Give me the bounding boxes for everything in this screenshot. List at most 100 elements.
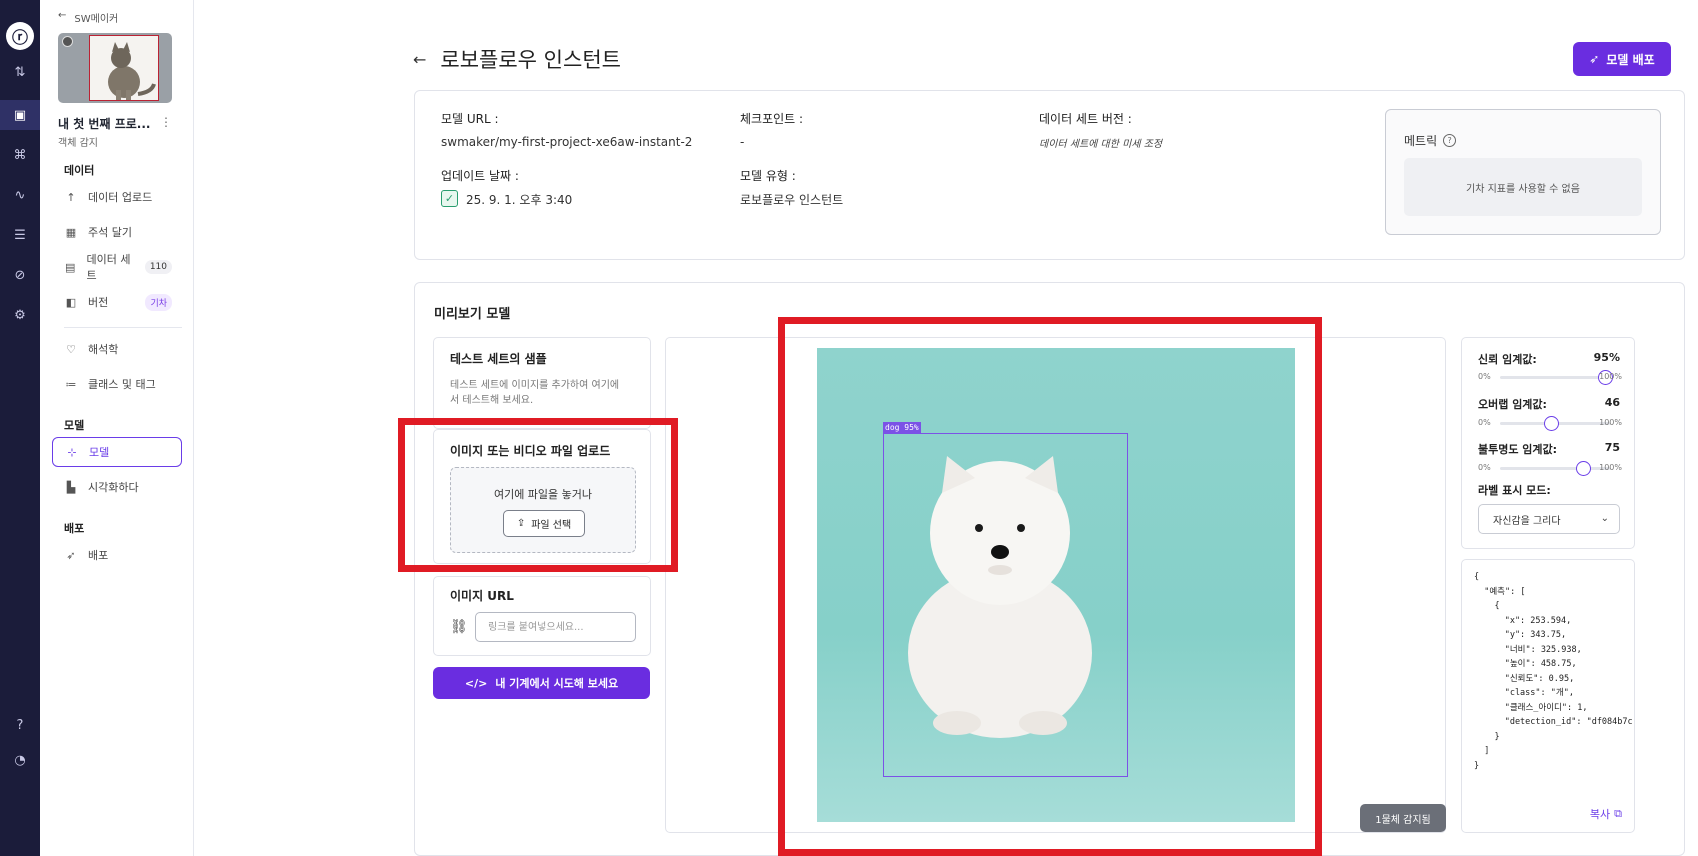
overlap-slider[interactable] — [1500, 416, 1610, 431]
back-arrow-icon[interactable]: ← — [413, 50, 426, 69]
confidence-label: 신뢰 임계값: — [1478, 353, 1537, 366]
updated-value: 25. 9. 1. 오후 3:40 — [466, 193, 573, 207]
dataset-version-label: 데이터 세트 버전 : — [1039, 112, 1132, 126]
more-options-icon[interactable]: ⋮ — [160, 115, 172, 129]
sidebar-item-deployments[interactable]: ➶ 배포 — [52, 540, 182, 570]
dataset-version-value: 데이터 세트에 대한 미세 조정 — [1039, 139, 1163, 150]
model-url-label: 모델 URL : — [441, 112, 499, 126]
overlap-label: 오버랩 임계값: — [1478, 398, 1547, 411]
compass-icon[interactable]: ⊘ — [0, 260, 40, 290]
image-url-panel: 이미지 URL ⛓ — [433, 576, 651, 656]
json-output: { "예측": [ { "x": 253.594, "y": 343.75, "… — [1474, 572, 1634, 771]
check-icon: ✓ — [441, 190, 458, 207]
train-badge: 기차 — [145, 293, 172, 311]
test-samples-panel: 테스트 세트의 샘플 테스트 세트에 이미지를 추가하여 여기에서 테스트해 보… — [433, 337, 651, 429]
help-icon[interactable]: ? — [0, 710, 40, 740]
section-data: 데이터 — [64, 164, 95, 177]
project-icon[interactable]: ▣ — [0, 100, 40, 130]
deploy-model-button[interactable]: ➶ 모델 배포 — [1573, 42, 1671, 76]
analytics-icon[interactable]: ∿ — [0, 180, 40, 210]
network-icon: ⊹ — [67, 445, 77, 459]
settings-icon[interactable]: ⚙ — [0, 300, 40, 330]
sidebar-divider — [64, 327, 182, 328]
sidebar-item-models[interactable]: ⊹ 모델 — [52, 437, 182, 467]
database-icon[interactable]: ☰ — [0, 220, 40, 250]
sidebar-item-version[interactable]: ◧ 버전 기차 — [52, 287, 182, 317]
version-icon: ◧ — [65, 295, 77, 309]
icon-rail: ⓡ ⇅ ▣ ⌘ ∿ ☰ ⊘ ⚙ ? ◔ — [0, 0, 40, 856]
opacity-slider[interactable] — [1500, 461, 1610, 476]
sidebar-item-visualize[interactable]: ▙ 시각화하다 — [52, 472, 182, 502]
threshold-controls: 신뢰 임계값: 95% 0% 100% 오버랩 임계값: 46 0% 100% … — [1461, 337, 1635, 549]
highlight-canvas — [778, 317, 1322, 856]
confidence-slider[interactable] — [1500, 370, 1613, 385]
project-name: 내 첫 번째 프로... — [58, 117, 151, 131]
image-url-input[interactable] — [475, 612, 636, 642]
overlap-min: 0% — [1478, 418, 1491, 427]
model-url-value[interactable]: swmaker/my-first-project-xe6aw-instant-2 — [441, 135, 692, 149]
annotate-icon: ▦ — [65, 225, 77, 239]
model-type-label: 모델 유형 : — [740, 169, 796, 183]
updated-label: 업데이트 날짜 : — [441, 169, 519, 183]
chart-icon: ▙ — [66, 480, 76, 494]
model-type-value: 로보플로우 인스턴트 — [740, 193, 844, 207]
list-icon: ≔ — [65, 377, 77, 391]
opacity-value: 75 — [1604, 441, 1620, 454]
json-output-panel: { "예측": [ { "x": 253.594, "y": 343.75, "… — [1461, 559, 1635, 833]
section-model: 모델 — [64, 419, 85, 432]
workspace-name: SW메이커 — [74, 14, 119, 25]
image-icon: ▤ — [65, 260, 76, 274]
slider-knob[interactable] — [1575, 461, 1591, 476]
sidebar-item-upload[interactable]: ↑ 데이터 업로드 — [52, 182, 182, 212]
copy-button[interactable]: 복사 ⧉ — [1590, 806, 1622, 822]
checkpoint-label: 체크포인트 : — [740, 112, 804, 126]
section-deploy: 배포 — [64, 522, 85, 535]
url-title: 이미지 URL — [450, 589, 514, 603]
sort-icon[interactable]: ⇅ — [0, 57, 40, 87]
metrics-empty-state: 기차 지표를 사용할 수 없음 — [1404, 158, 1642, 216]
question-icon[interactable]: ? — [1443, 134, 1457, 147]
logo-icon[interactable]: ⓡ — [6, 22, 34, 50]
label-mode-select[interactable]: 자신감을 그리다 ⌄ — [1478, 504, 1620, 534]
chevron-down-icon: ⌄ — [1600, 513, 1609, 524]
heart-pulse-icon: ♡ — [66, 342, 76, 356]
confidence-max: 100% — [1599, 372, 1622, 381]
link-icon: ⛓ — [450, 619, 468, 635]
globe-icon — [62, 36, 73, 47]
page-title: 로보플로우 인스턴트 — [440, 48, 621, 72]
samples-description: 테스트 세트에 이미지를 추가하여 여기에서 테스트해 보세요. — [450, 380, 620, 406]
confidence-min: 0% — [1478, 372, 1491, 381]
label-mode-label: 라벨 표시 모드: — [1478, 484, 1551, 497]
project-sidebar: ← SW메이커 내 첫 번째 프로... ⋮ 객체 감지 데이터 ↑ 데이터 업… — [40, 0, 194, 856]
try-on-machine-button[interactable]: </> 내 기계에서 시도해 보세요 — [433, 667, 650, 699]
slider-knob[interactable] — [1543, 416, 1559, 431]
rocket-icon: ➶ — [1589, 52, 1600, 66]
sidebar-item-analytics[interactable]: ♡ 해석학 — [52, 334, 182, 364]
opacity-label: 불투명도 임계값: — [1478, 443, 1558, 456]
overlap-value: 46 — [1604, 396, 1620, 409]
sidebar-item-classes[interactable]: ≔ 클래스 및 태그 — [52, 369, 182, 399]
notification-icon[interactable]: ◔ — [0, 745, 40, 775]
sidebar-item-annotate[interactable]: ▦ 주석 달기 — [52, 217, 182, 247]
confidence-value: 95% — [1593, 351, 1620, 364]
highlight-upload-panel — [398, 418, 678, 572]
opacity-max: 100% — [1599, 463, 1622, 472]
metrics-title: 메트릭 ? — [1404, 132, 1457, 149]
project-thumbnail[interactable] — [58, 33, 172, 103]
objects-detected-badge: 1물체 감지됨 — [1360, 804, 1446, 832]
project-type: 객체 감지 — [58, 138, 98, 149]
cat-image — [89, 35, 159, 101]
arrow-left-icon: ← — [58, 10, 67, 21]
dataset-count-badge: 110 — [144, 260, 172, 274]
rocket-icon: ➶ — [66, 548, 76, 562]
samples-title: 테스트 세트의 샘플 — [450, 352, 547, 366]
sidebar-item-dataset[interactable]: ▤ 데이터 세트 110 — [52, 252, 182, 282]
code-icon: </> — [464, 676, 488, 690]
overlap-max: 100% — [1599, 418, 1622, 427]
back-to-workspace[interactable]: ← SW메이커 — [58, 10, 118, 25]
upload-arrow-icon: ↑ — [66, 190, 76, 204]
copy-icon: ⧉ — [1614, 807, 1622, 820]
hierarchy-icon[interactable]: ⌘ — [0, 140, 40, 170]
preview-title: 미리보기 모델 — [434, 307, 511, 322]
opacity-min: 0% — [1478, 463, 1491, 472]
